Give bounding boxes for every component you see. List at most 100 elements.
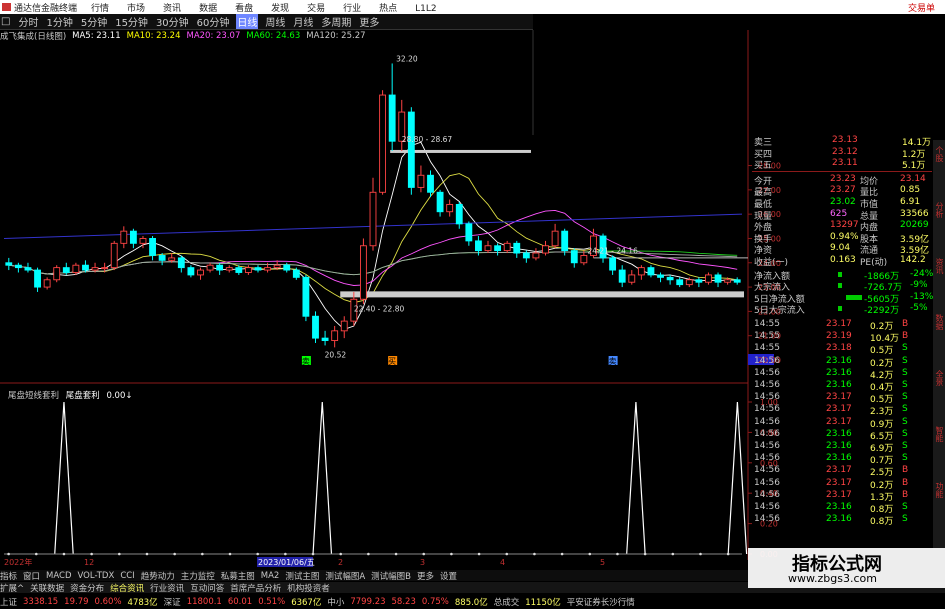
tick-row: 14:56 23.17 2.5万 B [752, 465, 945, 478]
indicator-tab-10[interactable]: 测试幅图A [325, 570, 365, 582]
candle [254, 265, 262, 273]
quote-stat-row: 换手 0.94% 股本 3.59亿 [752, 232, 945, 245]
indicator-tab-0[interactable]: 指标 [0, 570, 17, 582]
period-item-3[interactable]: 5分钟 [80, 14, 108, 29]
capital-flow-pct: -13% [910, 291, 934, 302]
side-tab-5[interactable]: 智能 [934, 426, 945, 476]
period-item-1[interactable]: 分时 [17, 14, 39, 29]
menu-9[interactable]: L1L2 [415, 4, 436, 14]
extension-tab-4[interactable]: 行业资讯 [150, 582, 184, 594]
quote-stat-row: 最低 23.02 市值 6.91 [752, 197, 945, 210]
order-book-row: 买四 23.12 1.2万 [752, 147, 945, 160]
extension-tab-2[interactable]: 资金分布 [70, 582, 104, 594]
indicator-tab-5[interactable]: 趋势动力 [141, 570, 175, 582]
capital-flow-label: 5日大宗流入 [754, 306, 805, 317]
indicator-tab-12[interactable]: 更多 [417, 570, 434, 582]
watermark-url: www.zbgs3.com [788, 572, 877, 585]
trade-tag[interactable]: 交易单 [908, 1, 935, 14]
period-item-4[interactable]: 15分钟 [114, 14, 149, 29]
capital-flow-pct: -24% [910, 268, 934, 279]
candle [72, 262, 80, 275]
quote-stat-row: 外盘 13297 内盘 20269 [752, 220, 945, 233]
menu-4[interactable]: 看盘 [235, 4, 253, 14]
menu-6[interactable]: 交易 [307, 4, 325, 14]
side-tab-2[interactable]: 资讯 [934, 258, 945, 308]
period-item-6[interactable]: 60分钟 [196, 14, 231, 29]
tick-row: 14:56 23.16 0.4万 S [752, 380, 945, 393]
candle [5, 257, 13, 271]
menu-2[interactable]: 资讯 [163, 4, 181, 14]
menu-8[interactable]: 热点 [379, 4, 397, 14]
tick-direction: S [902, 392, 908, 403]
menu-5[interactable]: 发现 [271, 4, 289, 14]
side-tab-6[interactable]: 功能 [934, 482, 945, 532]
indicator-tab-11[interactable]: 测试幅图B [371, 570, 411, 582]
period-item-11[interactable]: 更多 [358, 14, 380, 29]
price-annotation: 20.52 [325, 350, 347, 359]
menu-7[interactable]: 行业 [343, 4, 361, 14]
status-item: 11150亿 [525, 597, 561, 608]
baseline-dot [339, 552, 343, 556]
x-tick-label: 2023/01/06/五 [258, 558, 315, 567]
x-tick-label: 12 [84, 558, 94, 567]
tick-volume: 2.3万 [870, 407, 894, 418]
tick-price: 23.16 [826, 502, 852, 512]
menu-1[interactable]: 市场 [127, 4, 145, 14]
quote-stat-row: 现量 625 总量 33566 [752, 209, 945, 222]
indicator-tab-3[interactable]: VOL-TDX [78, 571, 115, 581]
quote-stat-value: 13297 [830, 220, 859, 231]
capital-flow-bar [838, 306, 842, 312]
side-tab-0[interactable]: 个股 [934, 146, 945, 196]
candle [532, 248, 540, 261]
tick-time: 14:56 [754, 416, 780, 427]
tick-row: 14:56 23.16 0.7万 S [752, 453, 945, 466]
capital-flow-row: 净流入额 -1866万 -24% [752, 268, 945, 282]
indicator-tab-1[interactable]: 窗口 [23, 570, 40, 582]
sub-indicator-arrow: ↓ [125, 391, 133, 401]
capital-flow-pct: -5% [910, 303, 928, 314]
baseline-dot [533, 552, 536, 556]
extension-tab-7[interactable]: 机构投资者 [287, 582, 330, 594]
sub-indicator-name: 尾盘套利 [65, 391, 100, 401]
baseline-dot [394, 552, 398, 556]
extension-tab-0[interactable]: 扩展^ [0, 582, 24, 594]
tick-price: 23.17 [826, 489, 852, 500]
indicator-tab-2[interactable]: MACD [46, 571, 71, 581]
tick-direction: B [902, 331, 909, 342]
indicator-tab-4[interactable]: CCI [120, 571, 134, 581]
extension-tab-1[interactable]: 关联数据 [30, 582, 64, 594]
period-item-10[interactable]: 多周期 [320, 14, 352, 29]
candle [484, 240, 492, 254]
period-item-2[interactable]: 1分钟 [45, 14, 73, 29]
baseline-dot [34, 552, 38, 556]
indicator-tab-9[interactable]: 测试主图 [285, 570, 319, 582]
signal-marker-label: 卖 [609, 357, 617, 366]
menu-0[interactable]: 行情 [91, 4, 109, 14]
side-tab-1[interactable]: 分析 [934, 202, 945, 252]
indicator-tab-8[interactable]: MA2 [261, 571, 280, 581]
extension-tab-6[interactable]: 首席产品分析 [230, 582, 281, 594]
tick-row: 14:56 23.17 0.5万 S [752, 392, 945, 405]
price-annotation: 24.21 - 24.16 [587, 246, 638, 255]
tick-time: 14:56 [754, 392, 780, 403]
period-item-5[interactable]: 30分钟 [155, 14, 190, 29]
candle [244, 265, 252, 275]
status-item: 中小 [327, 597, 345, 608]
extension-tab-3[interactable]: 综合资讯 [110, 582, 144, 594]
period-toolbar: □ 分时 1分钟 5分钟 15分钟 30分钟 60分钟 日线 周线 月线 多周期 更多 [0, 14, 533, 30]
period-item-8[interactable]: 周线 [264, 14, 286, 29]
period-item-7[interactable]: 日线 [236, 14, 259, 29]
indicator-tab-6[interactable]: 主力监控 [181, 570, 215, 582]
extension-tab-5[interactable]: 互动问答 [190, 582, 224, 594]
indicator-tab-7[interactable]: 私募主图 [221, 570, 255, 582]
indicator-tab-13[interactable]: 设置 [440, 570, 457, 582]
tick-price: 23.17 [826, 477, 852, 488]
side-tab-4[interactable]: 全景 [934, 370, 945, 420]
side-tab-3[interactable]: 数据 [934, 314, 945, 364]
candle [34, 267, 41, 292]
menu-3[interactable]: 数据 [199, 4, 217, 14]
period-item-0[interactable]: □ [0, 16, 11, 27]
signal-spike [54, 401, 74, 555]
period-item-9[interactable]: 月线 [292, 14, 314, 29]
tick-volume: 0.5万 [870, 346, 894, 357]
